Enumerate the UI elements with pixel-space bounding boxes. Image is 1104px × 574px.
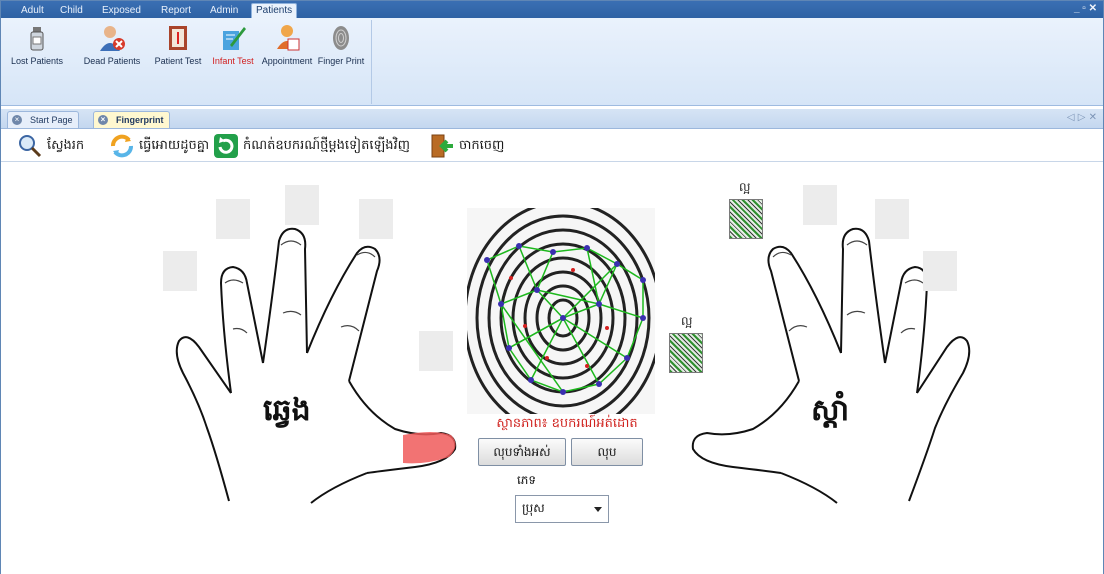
window-controls[interactable]: _ ▫ ✕ [1074, 3, 1097, 14]
finger-slot-left-middle[interactable] [285, 185, 319, 225]
exit-door-icon [431, 134, 453, 158]
close-icon[interactable]: × [12, 115, 22, 125]
right-hand-label: ស្តាំ [811, 393, 850, 428]
patient-test-button[interactable]: Patient Test [148, 23, 208, 66]
search-button[interactable]: ស្វែងរក [17, 133, 84, 159]
finger-print-button[interactable]: Finger Print [314, 23, 368, 66]
ribbon-tab-admin[interactable]: Admin [205, 3, 243, 18]
ribbon-tab-report[interactable]: Report [156, 3, 196, 18]
ribbon-tab-child[interactable]: Child [55, 3, 88, 18]
patients-ribbon-group: Lost Patients Dead Patients Patient Test [4, 20, 372, 104]
quality-label-thumb: ល្អ [681, 314, 693, 328]
dead-patients-button[interactable]: Dead Patients [79, 23, 145, 66]
ribbon-tab-exposed[interactable]: Exposed [97, 3, 146, 18]
device-status-text: ស្ថានភាព៖ ឧបករណ៍អត់ដោត [496, 416, 638, 431]
sex-dropdown[interactable]: ប្រុស [515, 495, 609, 523]
fingerprint-thumbnail-right-thumb[interactable] [669, 333, 703, 373]
delete-button[interactable]: លុប [571, 438, 643, 466]
left-hand-label: ឆ្វេង [263, 393, 311, 428]
tab-start-page[interactable]: × Start Page [7, 111, 79, 128]
document-tab-navigation[interactable]: ◁ ▷ ✕ [1067, 112, 1097, 123]
patient-test-icon [169, 26, 187, 50]
search-icon [19, 135, 42, 158]
appointment-icon [277, 25, 300, 51]
tab-fingerprint[interactable]: × Fingerprint [93, 111, 170, 128]
refresh-icon [214, 134, 238, 158]
ribbon-tab-strip: Adult Child Exposed Report Admin Patient… [1, 1, 1103, 18]
ribbon-tab-adult[interactable]: Adult [16, 3, 49, 18]
finger-slot-left-thumb[interactable] [419, 331, 453, 371]
close-icon[interactable]: × [98, 115, 108, 125]
app-window: Adult Child Exposed Report Admin Patient… [0, 0, 1104, 574]
lost-patients-button[interactable]: Lost Patients [4, 23, 70, 66]
chevron-down-icon [594, 507, 602, 512]
finger-slot-right-little[interactable] [923, 251, 957, 291]
fingerprint-scan-image [467, 208, 655, 414]
sex-selected-value: ប្រុស [522, 501, 545, 515]
sync-button[interactable]: ធ្វើអោយដូចគ្នា [109, 133, 209, 159]
finger-slot-right-middle[interactable] [803, 185, 837, 225]
dead-patients-icon [100, 26, 125, 51]
document-tab-strip: × Start Page × Fingerprint [1, 109, 1103, 129]
finger-slot-left-little[interactable] [163, 251, 197, 291]
delete-all-button[interactable]: លុបទាំងអស់ [478, 438, 566, 466]
appointment-button[interactable]: Appointment [257, 23, 317, 66]
finger-print-icon [333, 26, 349, 50]
infant-test-button[interactable]: Infant Test [208, 23, 258, 66]
exit-button[interactable]: ចាកចេញ [429, 133, 504, 159]
reconnect-device-button[interactable]: កំណត់ឧបករណ៍ថ្មីម្តងទៀតឡើងវិញ [213, 133, 410, 159]
finger-slot-right-ring[interactable] [875, 199, 909, 239]
finger-slot-left-index[interactable] [359, 199, 393, 239]
fingerprint-panel: ឆ្វេង ស្ថានភាព៖ ឧបករណ៍អត់ដោត លុបទាំងអស់ … [1, 163, 1103, 574]
sex-label: ភេទ [517, 473, 537, 487]
ribbon: Lost Patients Dead Patients Patient Test [1, 18, 1103, 106]
highlighted-thumb[interactable] [403, 432, 456, 464]
ribbon-tab-patients[interactable]: Patients [251, 3, 298, 18]
infant-test-icon [223, 27, 246, 50]
sync-icon [111, 134, 133, 158]
quality-label-index: ល្អ [739, 180, 751, 194]
fingerprint-thumbnail-right-index[interactable] [729, 199, 763, 239]
finger-slot-left-ring[interactable] [216, 199, 250, 239]
toolbar: ស្វែងរក ធ្វើអោយដូចគ្នា កំណត់ឧបករណ៍ថ្មីម្… [1, 130, 1103, 162]
lost-patients-icon [30, 27, 44, 51]
